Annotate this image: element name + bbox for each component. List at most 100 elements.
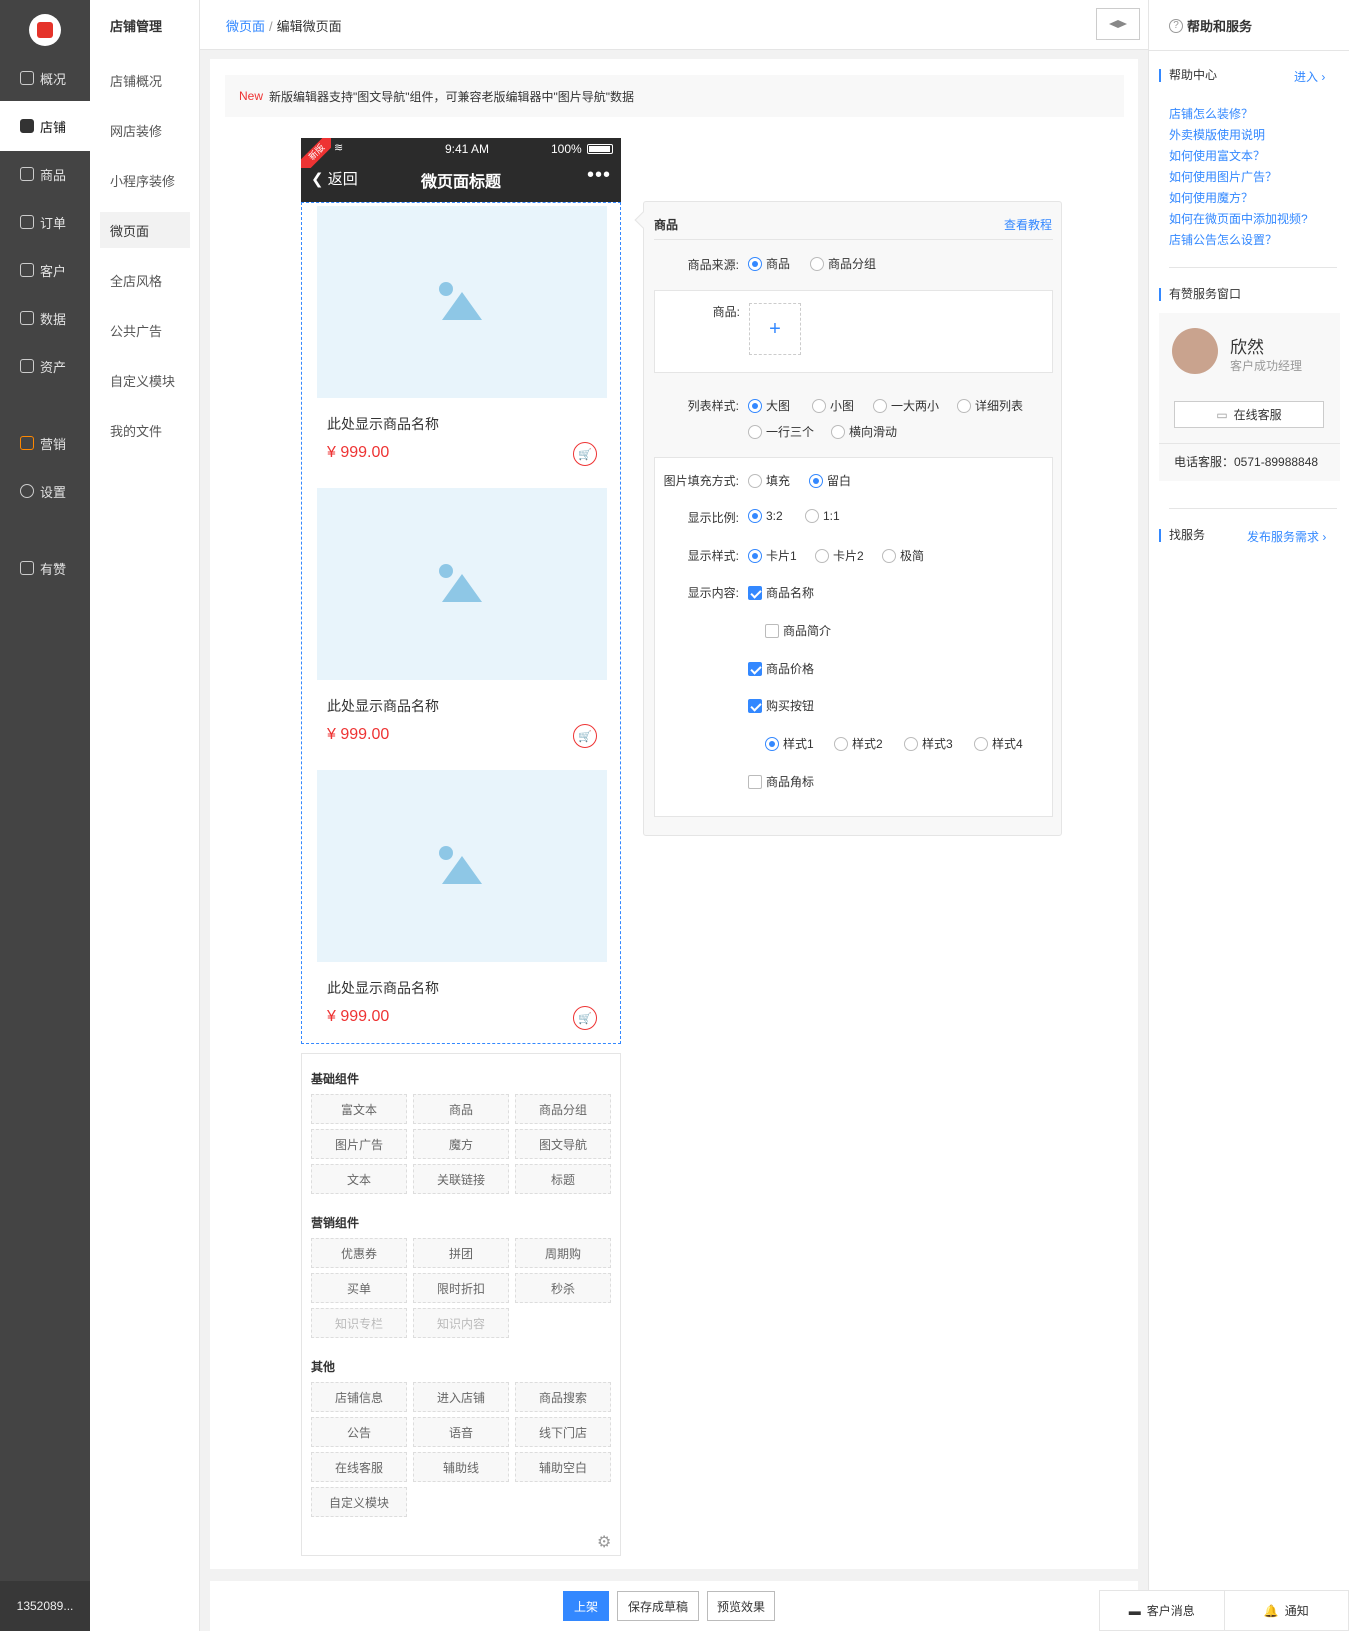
- help-link[interactable]: 如何使用富文本？: [1169, 147, 1265, 164]
- help-link[interactable]: 如何使用魔方？: [1169, 189, 1253, 206]
- component-button[interactable]: 拼团: [413, 1238, 509, 1268]
- subnav-item[interactable]: 小程序装修: [100, 162, 190, 198]
- radio-list-large[interactable]: 大图: [748, 397, 790, 414]
- subnav-item[interactable]: 网店装修: [100, 112, 190, 148]
- online-service-button[interactable]: ▭ 在线客服: [1174, 401, 1324, 428]
- component-button[interactable]: 商品分组: [515, 1094, 611, 1124]
- sidebar-item-store[interactable]: 店铺: [0, 101, 90, 151]
- enter-link[interactable]: 进入 ›: [1294, 68, 1325, 85]
- add-goods-button[interactable]: +: [749, 303, 801, 355]
- component-button[interactable]: 限时折扣: [413, 1273, 509, 1303]
- goods-preview[interactable]: 此处显示商品名称 ¥ 999.00 🛒 此处显示商品名称 ¥ 999.00 🛒 …: [301, 202, 621, 1044]
- product-card[interactable]: 此处显示商品名称 ¥ 999.00 🛒: [317, 206, 607, 486]
- component-button[interactable]: 自定义模块: [311, 1487, 407, 1517]
- radio-style-card1[interactable]: 卡片1: [748, 547, 797, 564]
- subnav-item[interactable]: 全店风格: [100, 262, 190, 298]
- checkbox-goods-name[interactable]: 商品名称: [748, 584, 814, 601]
- radio-source-group[interactable]: 商品分组: [810, 255, 876, 272]
- tutorial-button[interactable]: [1096, 8, 1140, 40]
- help-link[interactable]: 如何使用图片广告？: [1169, 168, 1277, 185]
- notifications-button[interactable]: 🔔 通知: [1225, 1591, 1349, 1630]
- help-link[interactable]: 外卖模版使用说明: [1169, 126, 1265, 143]
- component-button[interactable]: 进入店铺: [413, 1382, 509, 1412]
- subnav-item[interactable]: 我的文件: [100, 412, 190, 448]
- checkbox-buy-button[interactable]: 购买按钮: [748, 697, 814, 714]
- help-link[interactable]: 店铺怎么装修？: [1169, 105, 1253, 122]
- radio-list-three[interactable]: 一行三个: [748, 423, 814, 440]
- component-button[interactable]: 公告: [311, 1417, 407, 1447]
- radio-blank[interactable]: 留白: [809, 472, 851, 489]
- breadcrumb-link[interactable]: 微页面: [226, 19, 265, 34]
- subnav-item[interactable]: 公共广告: [100, 312, 190, 348]
- radio-btn-style2[interactable]: 样式2: [834, 735, 883, 752]
- radio-list-detail[interactable]: 详细列表: [957, 397, 1023, 414]
- sidebar-item-customers[interactable]: 客户: [0, 245, 90, 295]
- component-button[interactable]: 辅助线: [413, 1452, 509, 1482]
- sidebar-item-data[interactable]: 数据: [0, 293, 90, 343]
- component-button[interactable]: 辅助空白: [515, 1452, 611, 1482]
- radio-btn-style4[interactable]: 样式4: [974, 735, 1023, 752]
- component-button[interactable]: 线下门店: [515, 1417, 611, 1447]
- component-button[interactable]: 富文本: [311, 1094, 407, 1124]
- radio-list-small[interactable]: 小图: [812, 397, 854, 414]
- component-button[interactable]: 图片广告: [311, 1129, 407, 1159]
- checkbox-goods-badge[interactable]: 商品角标: [748, 773, 814, 790]
- radio-ratio-1-1[interactable]: 1:1: [805, 509, 840, 523]
- component-button[interactable]: 秒杀: [515, 1273, 611, 1303]
- sidebar-item-youzan[interactable]: 有赞: [0, 543, 90, 593]
- component-button[interactable]: 标题: [515, 1164, 611, 1194]
- component-button-disabled[interactable]: 知识专栏: [311, 1308, 407, 1338]
- sidebar-item-overview[interactable]: 概况: [0, 53, 90, 103]
- component-button[interactable]: 语音: [413, 1417, 509, 1447]
- component-button[interactable]: 商品搜索: [515, 1382, 611, 1412]
- subnav-item-active[interactable]: 微页面: [100, 212, 190, 248]
- radio-btn-style3[interactable]: 样式3: [904, 735, 953, 752]
- tutorial-link[interactable]: 查看教程: [1004, 216, 1052, 233]
- logo[interactable]: [29, 14, 61, 46]
- help-link[interactable]: 店铺公告怎么设置？: [1169, 231, 1277, 248]
- publish-button[interactable]: 上架: [563, 1591, 609, 1621]
- radio-btn-style1[interactable]: 样式1: [765, 735, 814, 752]
- component-button[interactable]: 商品: [413, 1094, 509, 1124]
- radio-list-mixed[interactable]: 一大两小: [873, 397, 939, 414]
- component-button[interactable]: 文本: [311, 1164, 407, 1194]
- sidebar-item-goods[interactable]: 商品: [0, 149, 90, 199]
- radio-ratio-3-2[interactable]: 3:2: [748, 509, 783, 523]
- radio-style-simple[interactable]: 极简: [882, 547, 924, 564]
- radio-source-goods[interactable]: 商品: [748, 255, 790, 272]
- radio-list-slide[interactable]: 横向滑动: [831, 423, 897, 440]
- checkbox-goods-desc[interactable]: 商品简介: [765, 622, 831, 639]
- radio-fill[interactable]: 填充: [748, 472, 790, 489]
- radio-style-card2[interactable]: 卡片2: [815, 547, 864, 564]
- product-card[interactable]: 此处显示商品名称 ¥ 999.00 🛒: [317, 770, 607, 1050]
- cart-icon[interactable]: 🛒: [573, 442, 597, 466]
- component-button[interactable]: 买单: [311, 1273, 407, 1303]
- subnav-item[interactable]: 自定义模块: [100, 362, 190, 398]
- customer-messages-button[interactable]: ▬ 客户消息: [1100, 1591, 1225, 1630]
- sidebar-item-marketing[interactable]: 营销: [0, 418, 90, 468]
- preview-button[interactable]: 预览效果: [707, 1591, 775, 1621]
- cart-icon[interactable]: 🛒: [573, 724, 597, 748]
- publish-request-link[interactable]: 发布服务需求 ›: [1247, 528, 1326, 545]
- component-button[interactable]: 优惠券: [311, 1238, 407, 1268]
- component-button[interactable]: 店铺信息: [311, 1382, 407, 1412]
- component-button[interactable]: 周期购: [515, 1238, 611, 1268]
- sidebar-item-settings[interactable]: 设置: [0, 466, 90, 516]
- component-button-disabled[interactable]: 知识内容: [413, 1308, 509, 1338]
- account-phone[interactable]: 1352089...: [0, 1581, 90, 1631]
- service-card: 欣然 客户成功经理 ▭ 在线客服 电话客服：0571-89988848: [1159, 313, 1340, 481]
- product-card[interactable]: 此处显示商品名称 ¥ 999.00 🛒: [317, 488, 607, 768]
- component-button[interactable]: 关联链接: [413, 1164, 509, 1194]
- help-link[interactable]: 如何在微页面中添加视频?: [1169, 210, 1308, 227]
- subnav-item[interactable]: 店铺概况: [100, 62, 190, 98]
- sidebar-item-orders[interactable]: 订单: [0, 197, 90, 247]
- sidebar-item-assets[interactable]: 资产: [0, 341, 90, 391]
- component-button[interactable]: 在线客服: [311, 1452, 407, 1482]
- page-title[interactable]: 微页面标题: [301, 168, 621, 192]
- component-button[interactable]: 图文导航: [515, 1129, 611, 1159]
- component-button[interactable]: 魔方: [413, 1129, 509, 1159]
- cart-icon[interactable]: 🛒: [573, 1006, 597, 1030]
- save-draft-button[interactable]: 保存成草稿: [617, 1591, 699, 1621]
- checkbox-goods-price[interactable]: 商品价格: [748, 660, 814, 677]
- gear-icon[interactable]: ⚙: [597, 1532, 611, 1552]
